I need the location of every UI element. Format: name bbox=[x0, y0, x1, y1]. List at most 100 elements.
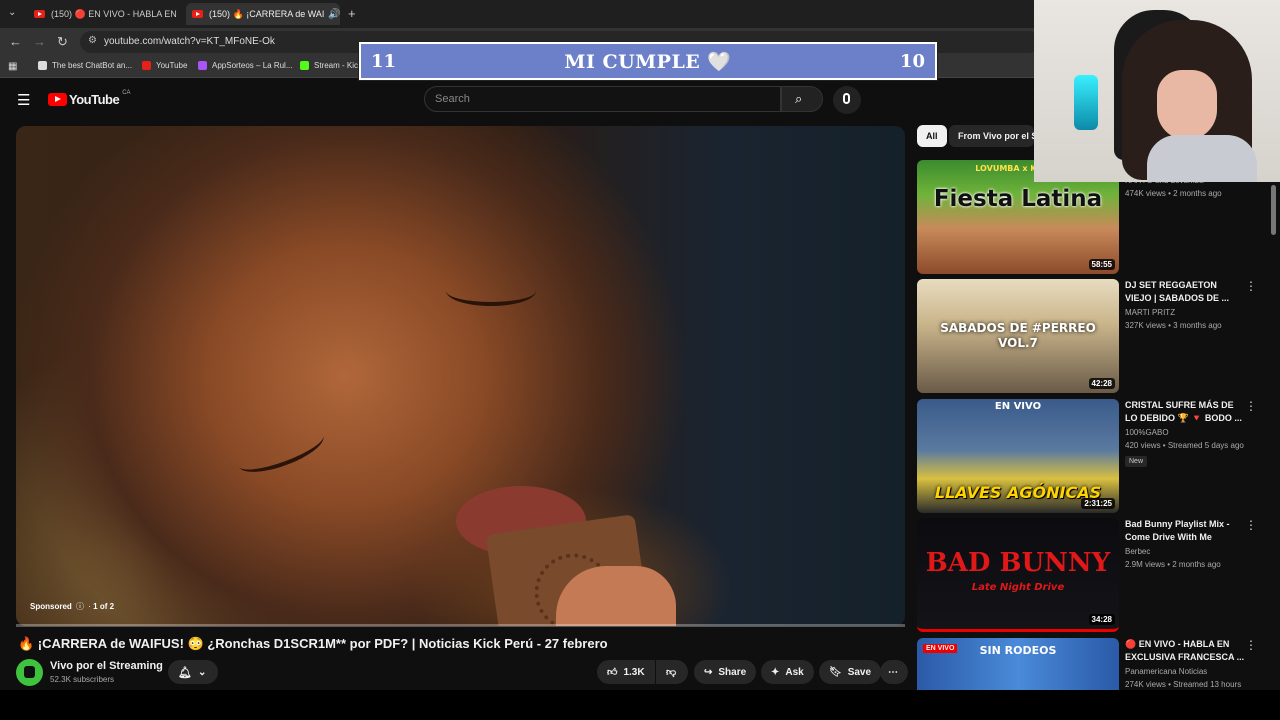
thumbnail-text: Fiesta Latina bbox=[933, 186, 1103, 212]
sidebar-scrollbar[interactable] bbox=[1271, 185, 1276, 235]
video-thumbnail[interactable]: SABADOS DE #PERREO VOL.7 42:28 bbox=[917, 279, 1119, 393]
voice-search-button[interactable] bbox=[833, 86, 861, 114]
thumbnail-text: BAD BUNNY bbox=[925, 548, 1111, 578]
search-icon: ⌕ bbox=[795, 91, 803, 106]
bookmark-icon: 🔖︎ bbox=[829, 666, 842, 678]
bookmark-chatbot[interactable]: The best ChatBot an... bbox=[38, 61, 132, 70]
recommendation-item[interactable]: BAD BUNNY Late Night Drive 34:28 Bad Bun… bbox=[917, 518, 1267, 632]
subscriber-count: 52.3K subscribers bbox=[50, 675, 115, 684]
video-duration: 58:55 bbox=[1088, 259, 1115, 270]
share-button[interactable]: ↪ Share bbox=[694, 660, 757, 684]
webcam-streamer bbox=[1122, 20, 1262, 182]
recommendation-item[interactable]: SABADOS DE #PERREO VOL.7 42:28 DJ SET RE… bbox=[917, 279, 1267, 393]
overlay-right-number: 10 bbox=[899, 50, 925, 72]
bell-icon: 🔔︎ bbox=[178, 666, 192, 679]
like-button[interactable]: 👍︎ 1.3K bbox=[597, 660, 655, 684]
browser-tab-2[interactable]: (150) 🔥 ¡CARRERA de WAI 🔊 ✕ bbox=[186, 3, 340, 25]
tab-label: (150) 🔴 EN VIVO - HABLA EN bbox=[51, 8, 177, 19]
video-meta: 274K views • Streamed 13 hours a... bbox=[1125, 680, 1242, 690]
new-badge: New bbox=[1125, 456, 1148, 467]
chip-from-channel[interactable]: From Vivo por el St bbox=[949, 125, 1034, 147]
bottom-black-bar bbox=[0, 690, 1280, 720]
video-player[interactable] bbox=[16, 126, 905, 626]
video-thumbnail[interactable]: EN VIVO SIN RODEOS bbox=[917, 638, 1119, 690]
video-duration: 2:31:25 bbox=[1081, 498, 1115, 509]
more-options-icon[interactable]: ⋮ bbox=[1245, 399, 1257, 413]
channel-name[interactable]: Berbec bbox=[1125, 547, 1245, 556]
video-meta: 474K views • 2 months ago bbox=[1125, 189, 1222, 198]
video-info: 🔴 EN VIVO - HABLA EN EXCLUSIVA FRANCESCA… bbox=[1125, 638, 1245, 690]
more-options-icon[interactable]: ⋮ bbox=[1245, 518, 1257, 532]
thumbs-up-icon: 👍︎ bbox=[607, 667, 618, 678]
youtube-favicon-icon bbox=[192, 10, 203, 18]
site-info-icon[interactable]: ⚙ bbox=[88, 35, 97, 46]
video-frame-detail bbox=[233, 421, 329, 481]
recommendation-item[interactable]: EN VIVO LLAVES AGÓNICAS 2:31:25 CRISTAL … bbox=[917, 399, 1267, 513]
share-arrow-icon: ↪ bbox=[704, 666, 713, 678]
back-icon[interactable]: ← bbox=[9, 34, 22, 49]
chevron-down-icon: ⌄ bbox=[197, 666, 207, 678]
more-actions-button[interactable]: ⋯ bbox=[880, 660, 908, 684]
channel-name[interactable]: 100%GABO bbox=[1125, 428, 1245, 437]
search-button[interactable]: ⌕ bbox=[781, 86, 823, 112]
microphone-icon bbox=[843, 93, 850, 104]
dislike-button[interactable]: 👎︎ bbox=[656, 660, 688, 684]
overlay-title: MI CUMPLE 🤍 bbox=[564, 50, 732, 73]
region-code: CA bbox=[122, 89, 131, 96]
channel-name[interactable]: MARTI PRITZ bbox=[1125, 308, 1245, 317]
video-meta: 420 views • Streamed 5 days ago bbox=[1125, 441, 1244, 450]
search-input[interactable]: Search bbox=[424, 86, 781, 112]
webcam-overlay bbox=[1034, 0, 1280, 182]
like-count: 1.3K bbox=[623, 666, 645, 678]
bookmark-appsorteos[interactable]: AppSorteos – La Rul... bbox=[198, 61, 293, 70]
bookmark-kick[interactable]: Stream - Kick bbox=[300, 61, 362, 70]
ad-count: 1 of 2 bbox=[93, 602, 115, 611]
video-title[interactable]: DJ SET REGGAETON VIEJO | SABADOS DE ... bbox=[1125, 279, 1245, 305]
ask-label: Ask bbox=[785, 666, 804, 678]
thumbnail-text: SIN RODEOS bbox=[979, 644, 1057, 657]
notifications-button[interactable]: 🔔︎ ⌄ bbox=[168, 660, 218, 684]
overlay-left-number: 11 bbox=[371, 50, 397, 72]
browser-tab-1[interactable]: (150) 🔴 EN VIVO - HABLA EN ✕ bbox=[28, 3, 180, 25]
youtube-favicon-icon bbox=[34, 10, 45, 18]
forward-icon[interactable]: → bbox=[33, 34, 46, 49]
bookmark-youtube[interactable]: YouTube bbox=[142, 61, 187, 70]
channel-name[interactable]: Panamericana Noticias bbox=[1125, 667, 1245, 676]
video-info: DJ SET REGGAETON VIEJO | SABADOS DE ... … bbox=[1125, 279, 1245, 330]
youtube-header: ☰ YouTube CA Search ⌕ bbox=[0, 79, 1034, 121]
video-duration: 34:28 bbox=[1088, 614, 1115, 625]
video-info: Bad Bunny Playlist Mix - Come Drive With… bbox=[1125, 518, 1245, 569]
more-options-icon[interactable]: ⋮ bbox=[1245, 279, 1257, 293]
video-progress-bar[interactable] bbox=[16, 624, 905, 627]
channel-name[interactable]: Vivo por el Streaming bbox=[50, 660, 163, 672]
youtube-logo[interactable]: YouTube CA bbox=[48, 89, 131, 107]
tab-label: (150) 🔥 ¡CARRERA de WAI bbox=[209, 8, 325, 19]
video-thumbnail[interactable]: EN VIVO LLAVES AGÓNICAS 2:31:25 bbox=[917, 399, 1119, 513]
mute-tab-icon[interactable]: 🔊 bbox=[328, 9, 340, 20]
recommendation-item[interactable]: EN VIVO SIN RODEOS 🔴 EN VIVO - HABLA EN … bbox=[917, 638, 1267, 690]
video-title[interactable]: 🔴 EN VIVO - HABLA EN EXCLUSIVA FRANCESCA… bbox=[1125, 638, 1245, 664]
info-icon[interactable]: ⓘ bbox=[76, 602, 84, 611]
save-button[interactable]: 🔖︎ Save bbox=[819, 660, 882, 684]
video-title: 🔥 ¡CARRERA de WAIFUS! 😳 ¿Ronchas D1SCR1M… bbox=[18, 636, 608, 651]
chip-all[interactable]: All bbox=[917, 125, 947, 147]
more-options-icon[interactable]: ⋮ bbox=[1245, 638, 1257, 652]
sparkle-icon: ✦ bbox=[771, 666, 780, 678]
video-duration: 42:28 bbox=[1088, 378, 1115, 389]
thumbnail-subtext: EN VIVO bbox=[994, 401, 1042, 412]
new-tab-icon[interactable]: + bbox=[348, 6, 356, 21]
tab-search-chevron-icon[interactable]: ⌄ bbox=[8, 7, 16, 18]
more-horizontal-icon: ⋯ bbox=[888, 666, 898, 678]
video-thumbnail[interactable]: BAD BUNNY Late Night Drive 34:28 bbox=[917, 518, 1119, 632]
video-title[interactable]: CRISTAL SUFRE MÁS DE LO DEBIDO 🏆 🔻 BODO … bbox=[1125, 399, 1245, 425]
video-meta: 327K views • 3 months ago bbox=[1125, 321, 1222, 330]
reload-icon[interactable]: ↻ bbox=[57, 34, 68, 50]
share-label: Share bbox=[718, 666, 747, 678]
video-title[interactable]: Bad Bunny Playlist Mix - Come Drive With… bbox=[1125, 518, 1245, 544]
menu-hamburger-icon[interactable]: ☰ bbox=[17, 91, 30, 109]
thumbs-down-icon: 👎︎ bbox=[666, 667, 677, 678]
birthday-overlay-banner: 11 MI CUMPLE 🤍 10 bbox=[358, 41, 938, 81]
channel-avatar[interactable] bbox=[16, 659, 43, 686]
apps-grid-icon[interactable]: ▦ bbox=[8, 61, 17, 72]
ask-button[interactable]: ✦ Ask bbox=[761, 660, 814, 684]
